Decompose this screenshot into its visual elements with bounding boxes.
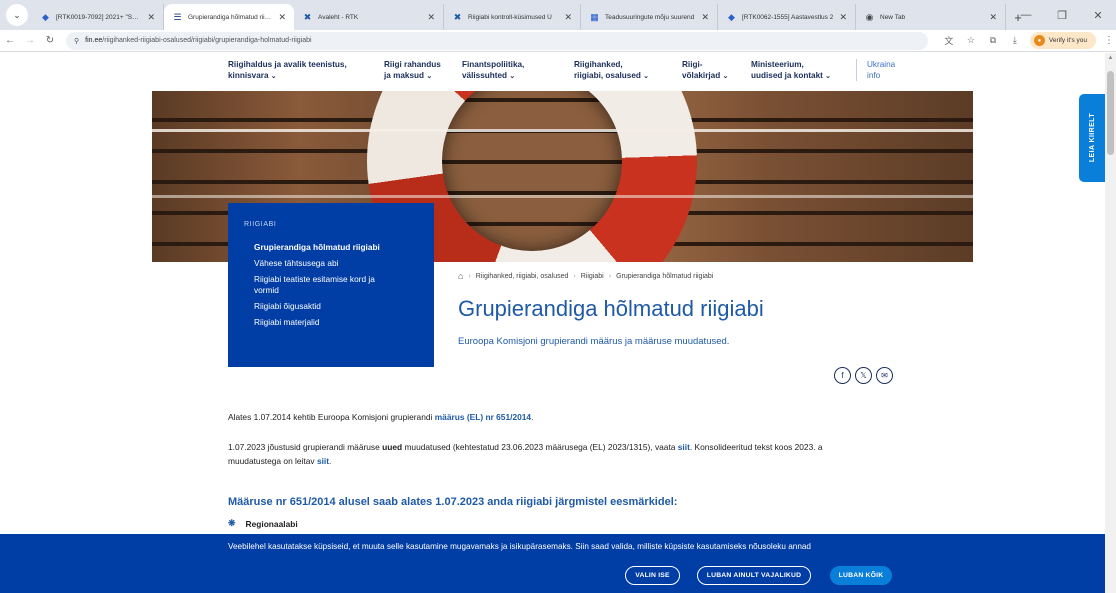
facebook-icon[interactable]: f — [834, 367, 851, 384]
reload-icon[interactable]: ↻ — [40, 35, 60, 46]
translate-icon[interactable]: 文 — [938, 34, 960, 47]
restore-icon[interactable]: ❐ — [1044, 9, 1080, 22]
chevron-down-icon: ⌄ — [270, 73, 277, 80]
breadcrumb: ⌂ › Riigihanked, riigiabi, osalused › Ri… — [458, 271, 714, 281]
chevron-down-icon: ⌄ — [426, 73, 433, 80]
browser-tab[interactable]: ◉ New Tab ✕ — [856, 4, 1006, 30]
x-twitter-icon[interactable]: 𝕏 — [855, 367, 872, 384]
breadcrumb-link[interactable]: Riigiabi — [581, 273, 604, 280]
site-info-icon[interactable]: ⚲ — [74, 37, 79, 45]
snowflake-bullet-icon: ❋ — [228, 518, 236, 528]
consolidated-text-link[interactable]: siit — [317, 456, 329, 466]
nav-item-ukraina-info[interactable]: Ukraina info — [856, 59, 895, 81]
close-icon[interactable]: ✕ — [147, 12, 155, 23]
section-heading: Määruse nr 651/2014 alusel saab alates 1… — [228, 496, 678, 508]
cookie-consent-bar: Veebilehel kasutatakse küpsiseid, et muu… — [0, 534, 1105, 593]
close-icon[interactable]: ✕ — [839, 12, 847, 23]
nav-item-riigi-rahandus[interactable]: Riigi rahandus ja maksud ⌄ — [384, 59, 462, 82]
document-icon: ☰ — [173, 11, 182, 22]
close-icon[interactable]: ✕ — [278, 12, 286, 23]
section-sidebar: RIIGIABI Grupierandiga hõlmatud riigiabi… — [228, 203, 434, 367]
cookie-choose-button[interactable]: VALIN ISE — [625, 566, 680, 585]
chevron-down-icon: ⌄ — [509, 73, 516, 80]
tab-search-icon[interactable]: ⌄ — [6, 4, 28, 26]
amendments-link[interactable]: siit — [678, 442, 690, 452]
page-title: Grupierandiga hõlmatud riigiabi — [458, 296, 764, 321]
close-icon[interactable]: ✕ — [564, 12, 572, 23]
ticket-icon: ◆ — [728, 11, 735, 22]
browser-tab[interactable]: ✖ Riigiabi kontroll-küsimused Ü ✕ — [444, 4, 581, 30]
bookmark-star-icon[interactable]: ☆ — [960, 35, 982, 46]
chevron-down-icon: ⌄ — [825, 73, 832, 80]
home-icon[interactable]: ⌂ — [458, 271, 463, 281]
sidebar-heading: RIIGIABI — [244, 221, 277, 228]
extensions-icon[interactable]: ⧉ — [982, 35, 1004, 46]
browser-tab-active[interactable]: ☰ Grupierandiga hõlmatud riigiab ✕ — [164, 4, 294, 30]
main-navigation: Riigihaldus ja avalik teenistus, kinnisv… — [228, 59, 855, 82]
nav-item-ministeerium[interactable]: Ministeerium, uudised ja kontakt ⌄ — [751, 59, 855, 82]
sidebar-item-materjalid[interactable]: Riigiabi materjalid — [254, 317, 418, 328]
nav-item-riigihaldus[interactable]: Riigihaldus ja avalik teenistus, kinnisv… — [228, 59, 384, 82]
back-icon[interactable]: ← — [0, 35, 20, 46]
intro-paragraph: Alates 1.07.2014 kehtib Euroopa Komisjon… — [228, 412, 534, 422]
ticket-icon: ◆ — [42, 11, 49, 22]
menu-kebab-icon[interactable]: ⋮ — [1102, 35, 1116, 46]
sidebar-item-vahese-tahtsusega[interactable]: Vähese tähtsusega abi — [254, 258, 418, 269]
minimize-icon[interactable]: — — [1008, 9, 1044, 21]
browser-tab[interactable]: ▦ Teadusuuringute mõju suurend ✕ — [581, 4, 718, 30]
share-buttons: f 𝕏 ✉ — [834, 367, 897, 384]
address-bar: ← → ↻ ⚲ fin.ee/riigihanked-riigiabi-osal… — [0, 30, 1116, 52]
nav-item-finantspoliitika[interactable]: Finantspoliitika, välissuhted ⌄ — [462, 59, 574, 82]
browser-tab[interactable]: ◆ [RTK0062-1555] Aastavestlus 2 ✕ — [718, 4, 856, 30]
close-icon[interactable]: ✕ — [701, 12, 709, 23]
tools-icon: ✖ — [303, 11, 312, 22]
forward-icon[interactable]: → — [20, 35, 40, 46]
grid-icon: ▦ — [590, 11, 599, 22]
nav-item-riigihanked[interactable]: Riigihanked, riigiabi, osalused ⌄ — [574, 59, 682, 82]
list-item[interactable]: ❋ Regionaalabi — [228, 518, 298, 529]
nav-item-riigivolakirjad[interactable]: Riigi- võlakirjad ⌄ — [682, 59, 751, 82]
sidebar-item-teatiste-kord[interactable]: Riigiabi teatiste esitamise kord ja — [254, 274, 418, 285]
rope — [152, 195, 973, 198]
browser-tab[interactable]: ✖ Avaleht - RTK ✕ — [294, 4, 444, 30]
amendments-paragraph: 1.07.2023 jõustusid grupierandi määruse … — [228, 442, 823, 466]
close-window-icon[interactable]: ✕ — [1080, 9, 1116, 22]
sidebar-item-oigusaktid[interactable]: Riigiabi õigusaktid — [254, 301, 418, 312]
breadcrumb-current: Grupierandiga hõlmatud riigiabi — [616, 272, 714, 280]
window-controls: — ❐ ✕ — [1008, 0, 1116, 30]
email-icon[interactable]: ✉ — [876, 367, 893, 384]
cookie-text: Veebilehel kasutatakse küpsiseid, et muu… — [228, 542, 811, 551]
cookie-necessary-only-button[interactable]: LUBAN AINULT VAJALIKUD — [697, 566, 811, 585]
cookie-accept-all-button[interactable]: LUBAN KÕIK — [830, 566, 892, 585]
avatar: ● — [1033, 35, 1045, 46]
chevron-down-icon: ⌄ — [643, 73, 650, 80]
page-scrollbar[interactable]: ▲ — [1105, 53, 1116, 593]
chrome-icon: ◉ — [865, 11, 874, 22]
browser-tab-strip: ⌄ ◆ [RTK0019-7092] 2021+ "Sekto ✕ ☰ Grup… — [0, 0, 1116, 30]
download-icon[interactable]: ⤓ — [1004, 35, 1026, 46]
close-icon[interactable]: ✕ — [427, 12, 435, 23]
leia-kiirelt-tab[interactable]: LEIA KIIRELT — [1079, 94, 1105, 182]
tools-icon: ✖ — [453, 11, 462, 22]
url-input[interactable]: ⚲ fin.ee/riigihanked-riigiabi-osalused/r… — [66, 31, 928, 50]
regulation-651-link[interactable]: määrus (EL) nr 651/2014 — [435, 412, 531, 422]
breadcrumb-link[interactable]: Riigihanked, riigiabi, osalused — [476, 273, 569, 280]
browser-tab[interactable]: ◆ [RTK0019-7092] 2021+ "Sekto ✕ — [32, 4, 164, 30]
sidebar-item-teatiste-kord-cont[interactable]: vormid — [254, 285, 418, 296]
scrollbar-thumb[interactable] — [1107, 71, 1114, 155]
scroll-up-icon[interactable]: ▲ — [1105, 55, 1116, 61]
page-viewport: Riigihaldus ja avalik teenistus, kinnisv… — [0, 53, 1105, 593]
chevron-down-icon: ⌄ — [722, 73, 729, 80]
rope — [152, 129, 973, 132]
page-subtitle: Euroopa Komisjoni grupierandi määrus ja … — [458, 336, 730, 347]
close-icon[interactable]: ✕ — [989, 12, 997, 23]
sidebar-item-grupierandiga[interactable]: Grupierandiga hõlmatud riigiabi — [254, 242, 418, 253]
verify-profile-button[interactable]: ● Verify it's you — [1029, 32, 1096, 49]
